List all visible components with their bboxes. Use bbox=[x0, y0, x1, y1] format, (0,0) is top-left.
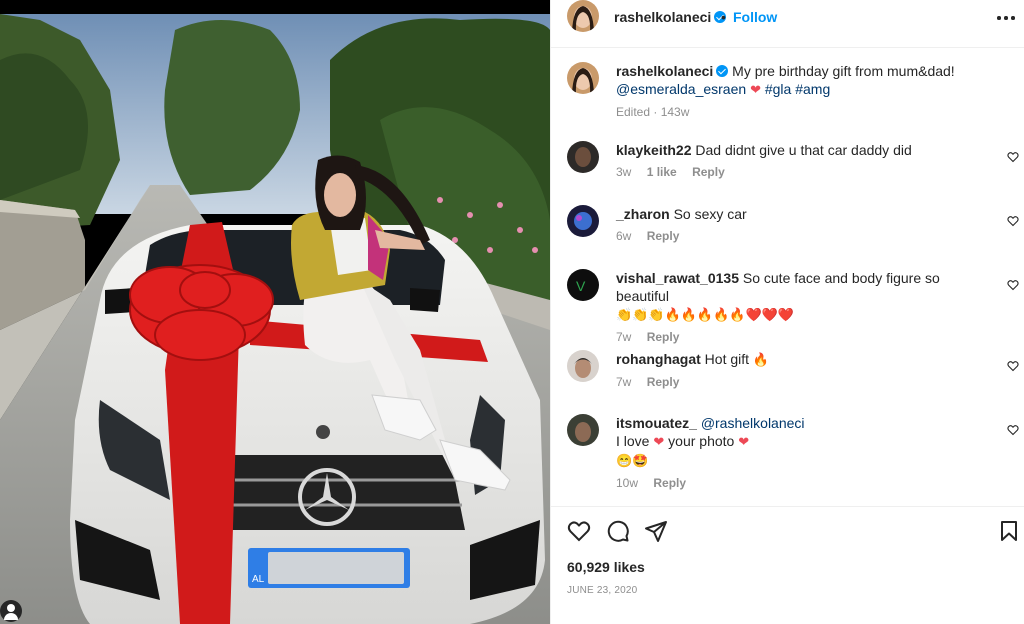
comment-text: Hot gift bbox=[704, 351, 750, 367]
comments-list[interactable]: rashelkolaneci My pre birthday gift from… bbox=[551, 49, 1024, 506]
commenter-avatar[interactable] bbox=[567, 141, 599, 173]
comment-like-heart-icon[interactable] bbox=[1007, 360, 1019, 372]
reply-button[interactable]: Reply bbox=[647, 229, 680, 243]
comment-username[interactable]: _zharon bbox=[616, 206, 670, 222]
heart-icon[interactable] bbox=[567, 519, 591, 543]
reply-button[interactable]: Reply bbox=[692, 165, 725, 179]
follow-button[interactable]: Follow bbox=[733, 9, 777, 25]
author-avatar[interactable] bbox=[567, 62, 599, 94]
post-image: AL bbox=[0, 0, 550, 624]
comment-username[interactable]: klaykeith22 bbox=[616, 142, 692, 158]
bookmark-icon[interactable] bbox=[997, 519, 1021, 543]
like-count[interactable]: 60,929 likes bbox=[567, 559, 645, 575]
comment-like-heart-icon[interactable] bbox=[1007, 151, 1019, 163]
commenter-avatar[interactable]: V bbox=[567, 269, 599, 301]
separator-dot: • bbox=[721, 9, 726, 25]
comment-emojis: 👏👏👏🔥🔥🔥🔥🔥❤️❤️❤️ bbox=[616, 307, 795, 322]
author-username[interactable]: rashelkolaneci bbox=[614, 9, 727, 25]
comment-username[interactable]: itsmouatez_ bbox=[616, 415, 697, 431]
red-heart-emoji: ❤ bbox=[750, 82, 761, 97]
caption-username[interactable]: rashelkolaneci bbox=[616, 63, 713, 79]
comment-mention[interactable]: @rashelkolaneci bbox=[701, 415, 805, 431]
verified-badge-icon bbox=[716, 65, 729, 77]
caption-body: rashelkolaneci My pre birthday gift from… bbox=[616, 62, 986, 119]
comment-emojis: 😁🤩 bbox=[616, 453, 649, 468]
post-actions: 60,929 likes June 23, 2020 bbox=[551, 506, 1024, 624]
comment-text-a: I love bbox=[616, 433, 650, 449]
author-username-text[interactable]: rashelkolaneci bbox=[614, 9, 711, 25]
caption-hashtags[interactable]: #gla #amg bbox=[765, 81, 830, 97]
comment-username[interactable]: vishal_rawat_0135 bbox=[616, 270, 739, 286]
red-heart-emoji: ❤ bbox=[653, 434, 665, 449]
comment-body: _zharon So sexy car 6w Reply bbox=[616, 205, 986, 243]
user-tag-icon[interactable] bbox=[0, 600, 22, 622]
reply-button[interactable]: Reply bbox=[647, 375, 680, 389]
post-date[interactable]: June 23, 2020 bbox=[567, 585, 637, 596]
comment-likes[interactable]: 1 like bbox=[647, 165, 677, 179]
comment-time: 7w bbox=[616, 330, 632, 344]
comment-username[interactable]: rohanghagat bbox=[616, 351, 701, 367]
comment-like-heart-icon[interactable] bbox=[1007, 279, 1019, 291]
red-heart-emoji: ❤ bbox=[738, 434, 750, 449]
caption-text: My pre birthday gift from mum&dad! bbox=[732, 63, 955, 79]
comment-body: rohanghagat Hot gift 🔥 7w Reply bbox=[616, 350, 986, 389]
reply-button[interactable]: Reply bbox=[653, 476, 686, 490]
comment-icon[interactable] bbox=[606, 519, 630, 543]
more-options-icon[interactable] bbox=[997, 16, 1015, 20]
comment-like-heart-icon[interactable] bbox=[1007, 215, 1019, 227]
comment-time: 6w bbox=[616, 229, 632, 243]
post-details-panel: rashelkolaneci • Follow rashelkolaneci M… bbox=[550, 0, 1024, 624]
commenter-avatar[interactable] bbox=[567, 205, 599, 237]
commenter-avatar[interactable] bbox=[567, 350, 599, 382]
svg-text:V: V bbox=[576, 278, 586, 294]
fire-emoji: 🔥 bbox=[752, 352, 770, 367]
comment-body: klaykeith22 Dad didnt give u that car da… bbox=[616, 141, 986, 179]
author-avatar[interactable] bbox=[567, 0, 599, 32]
comment-time: 10w bbox=[616, 476, 639, 490]
caption-mention[interactable]: @esmeralda_esraen bbox=[616, 81, 746, 97]
comment-text: So sexy car bbox=[673, 206, 747, 222]
paper-plane-icon[interactable] bbox=[644, 519, 668, 543]
post-photo[interactable]: AL bbox=[0, 0, 550, 624]
comment-time: 7w bbox=[616, 375, 632, 389]
caption-edited: Edited · 143w bbox=[616, 105, 690, 119]
comment-time: 3w bbox=[616, 165, 632, 179]
plate-prefix: AL bbox=[252, 574, 265, 585]
comment-body: itsmouatez_ @rashelkolaneci I love ❤ you… bbox=[616, 414, 986, 490]
comment-text-b: your photo bbox=[668, 433, 735, 449]
reply-button[interactable]: Reply bbox=[647, 330, 680, 344]
commenter-avatar[interactable] bbox=[567, 414, 599, 446]
comment-body: vishal_rawat_0135 So cute face and body … bbox=[616, 269, 986, 344]
post-header: rashelkolaneci • Follow bbox=[551, 0, 1024, 48]
comment-text: Dad didnt give u that car daddy did bbox=[695, 142, 912, 158]
comment-like-heart-icon[interactable] bbox=[1007, 424, 1019, 436]
